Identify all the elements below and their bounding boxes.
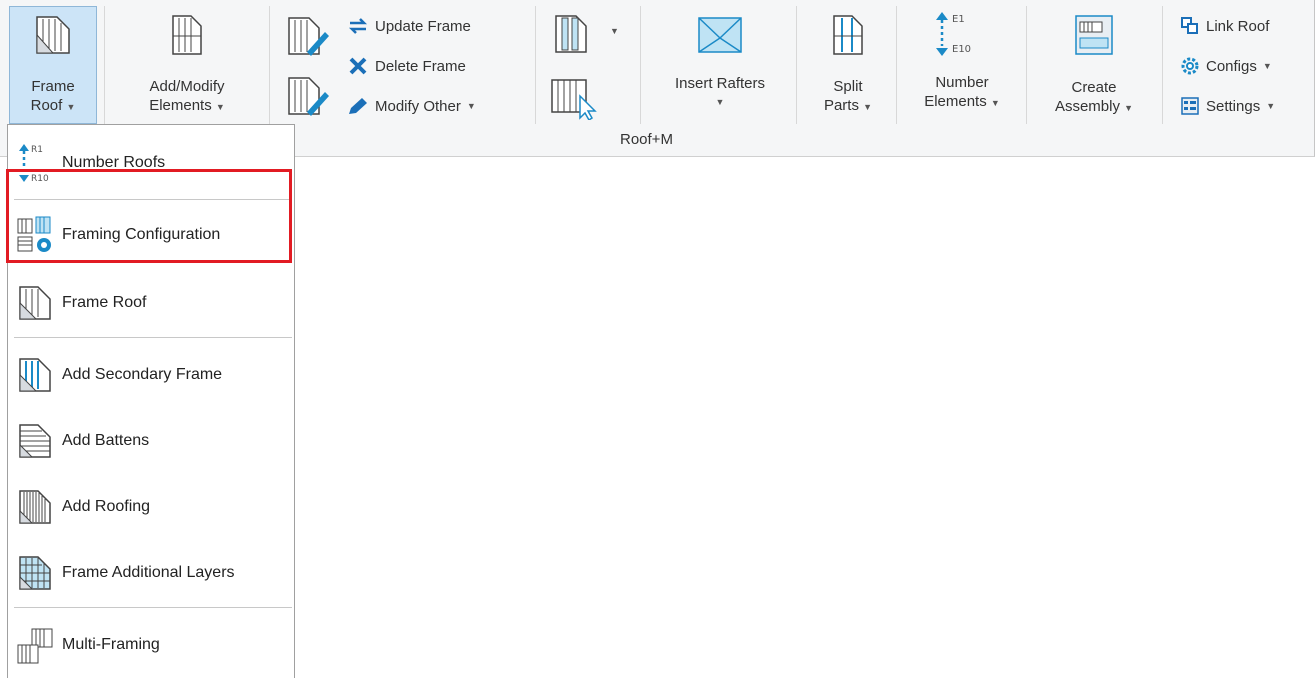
ribbon-separator <box>796 6 797 124</box>
delete-frame-label: Delete Frame <box>375 57 466 75</box>
ribbon-separator <box>1026 6 1027 124</box>
roofing-icon <box>19 490 51 524</box>
modify-other-label: Modify Other <box>375 97 461 115</box>
link-icon <box>1181 17 1198 34</box>
menu-item-framing-configuration[interactable]: Framing Configuration <box>8 209 294 261</box>
frame-roof-split-button[interactable]: Frame Roof ▼ <box>9 6 97 124</box>
ribbon-separator <box>1162 6 1163 124</box>
select-frame-icon[interactable] <box>548 74 598 120</box>
chevron-down-icon: ▼ <box>610 26 619 36</box>
update-frame-button[interactable]: Update Frame <box>347 16 471 36</box>
chevron-down-icon: ▼ <box>990 98 1000 108</box>
number-elements-label-2: Elements ▼ <box>924 93 1000 110</box>
insert-rafters-label: Insert Rafters <box>674 75 766 92</box>
ribbon-panel-label: Roof+M <box>620 131 673 148</box>
multi-framing-icon <box>17 628 53 664</box>
chevron-down-icon: ▼ <box>215 102 225 112</box>
number-elements-top-label: E1 <box>952 14 965 25</box>
menu-separator <box>14 199 292 200</box>
additional-layers-icon <box>19 556 51 590</box>
create-assembly-button[interactable]: Create Assembly ▼ <box>1034 8 1154 122</box>
delete-frame-button[interactable]: Delete Frame <box>347 56 466 76</box>
refresh-arrows-icon <box>348 18 368 34</box>
ribbon-separator <box>269 6 270 124</box>
multi-framing-label: Multi-Framing <box>62 636 160 653</box>
menu-item-frame-roof[interactable]: Frame Roof <box>8 277 294 329</box>
chevron-down-icon: ▼ <box>66 102 76 112</box>
secondary-frame-icon <box>19 358 51 392</box>
ribbon-separator <box>896 6 897 124</box>
number-roofs-icon: R1 R10 <box>19 144 49 183</box>
framing-configuration-icon <box>17 216 51 252</box>
insert-rafters-button[interactable]: Insert Rafters ▼ <box>650 8 790 122</box>
add-battens-label: Add Battens <box>62 432 150 449</box>
modify-other-button[interactable]: Modify Other ▼ <box>347 96 476 116</box>
chevron-down-icon: ▼ <box>1124 103 1134 113</box>
link-roof-label: Link Roof <box>1206 17 1270 35</box>
frame-view-icon <box>555 15 587 53</box>
add-modify-label-2: Elements ▼ <box>149 97 225 114</box>
settings-button[interactable]: Settings ▼ <box>1180 96 1275 116</box>
frame-view-dropdown[interactable]: ▼ <box>550 12 622 58</box>
number-elements-bottom-label: E10 <box>952 44 971 55</box>
insert-rafters-icon <box>698 17 742 53</box>
gear-icon <box>1181 57 1199 75</box>
menu-item-add-roofing[interactable]: Add Roofing <box>8 481 294 533</box>
update-frame-large-icon[interactable] <box>285 14 329 58</box>
modify-frame-large-icon[interactable] <box>285 74 329 118</box>
menu-item-add-battens[interactable]: Add Battens <box>8 415 294 467</box>
configs-label: Configs <box>1206 57 1257 75</box>
menu-item-frame-additional-layers[interactable]: Frame Additional Layers <box>8 547 294 599</box>
number-roofs-top-label: R1 <box>31 145 43 155</box>
ribbon-separator <box>640 6 641 124</box>
create-assembly-label-2: Assembly ▼ <box>1054 98 1134 115</box>
chevron-down-icon: ▼ <box>466 101 476 111</box>
number-roofs-bottom-label: R10 <box>31 174 49 183</box>
update-frame-label: Update Frame <box>375 17 471 35</box>
frame-roof-icon <box>36 16 70 54</box>
menu-separator <box>14 607 292 608</box>
add-secondary-frame-label: Add Secondary Frame <box>62 366 223 383</box>
frame-roof-dropdown-menu: R1 R10 Number Roofs Framing Configuratio… <box>7 124 295 678</box>
framing-configuration-label: Framing Configuration <box>62 226 221 243</box>
split-parts-label-2: Parts ▼ <box>823 97 873 114</box>
ribbon-separator <box>104 6 105 124</box>
split-parts-icon <box>833 15 863 55</box>
link-roof-button[interactable]: Link Roof <box>1180 16 1269 36</box>
frame-additional-layers-label: Frame Additional Layers <box>62 564 235 581</box>
number-elements-button[interactable]: E1 E10 Number Elements ▼ <box>904 8 1020 122</box>
menu-item-add-secondary-frame[interactable]: Add Secondary Frame <box>8 349 294 401</box>
split-parts-label-1: Split <box>833 78 863 95</box>
create-assembly-label-1: Create <box>1071 79 1117 96</box>
add-modify-elements-icon <box>172 15 202 55</box>
add-roofing-label: Add Roofing <box>62 498 151 515</box>
add-modify-elements-button[interactable]: Add/Modify Elements ▼ <box>112 8 262 122</box>
split-parts-button[interactable]: Split Parts ▼ <box>804 8 892 122</box>
number-roofs-label: Number Roofs <box>62 154 166 171</box>
frame-roof-menu-label: Frame Roof <box>62 294 147 311</box>
frame-roof-label-2: Roof ▼ <box>30 97 76 114</box>
chevron-down-icon: ▼ <box>715 97 725 107</box>
pencil-icon <box>349 98 367 114</box>
frame-roof-label-1: Frame <box>31 78 75 95</box>
ribbon-separator <box>535 6 536 124</box>
number-elements-icon: E1 E10 <box>936 12 971 56</box>
configs-button[interactable]: Configs ▼ <box>1180 56 1272 76</box>
create-assembly-icon <box>1075 15 1113 55</box>
number-elements-label-1: Number <box>935 74 989 91</box>
chevron-down-icon: ▼ <box>1266 101 1276 111</box>
chevron-down-icon: ▼ <box>863 102 873 112</box>
settings-label: Settings <box>1206 97 1261 115</box>
menu-item-multi-framing[interactable]: Multi-Framing <box>8 619 294 671</box>
settings-panel-icon <box>1181 97 1199 115</box>
frame-roof-icon <box>19 286 51 320</box>
add-modify-label-1: Add/Modify <box>149 78 225 95</box>
chevron-down-icon: ▼ <box>1262 61 1272 71</box>
menu-item-number-roofs[interactable]: R1 R10 Number Roofs <box>8 137 294 189</box>
menu-separator <box>14 337 292 338</box>
delete-x-icon <box>349 57 367 75</box>
battens-icon <box>19 424 51 458</box>
